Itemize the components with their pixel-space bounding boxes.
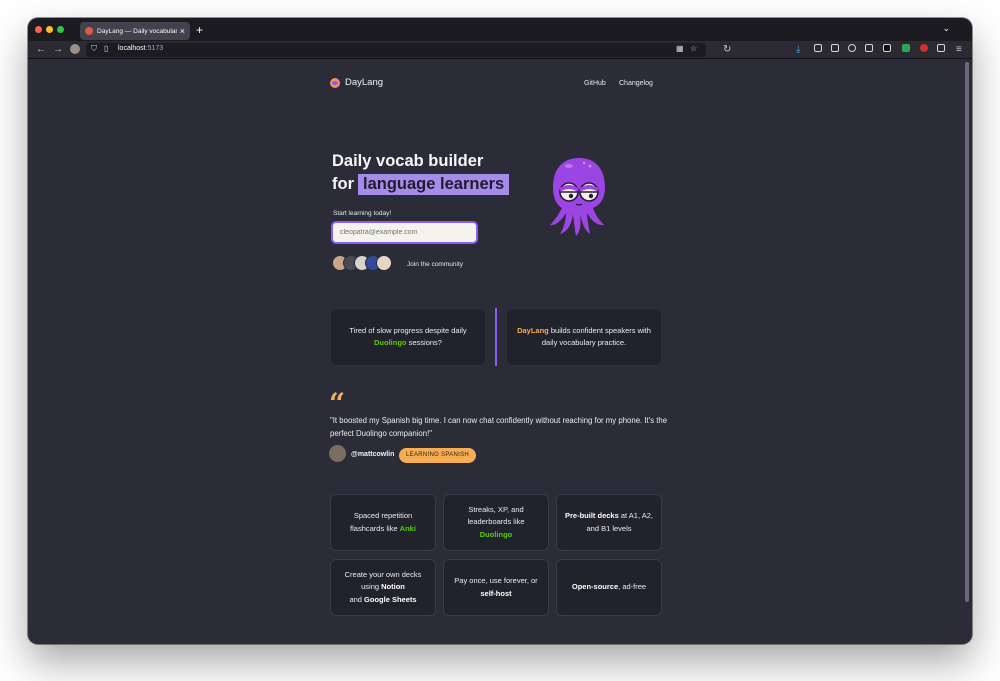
tab-bar: DayLang — Daily vocabulary builder × + ⌄: [28, 18, 972, 41]
puzzle-icon[interactable]: [865, 44, 873, 52]
back-arrow-icon[interactable]: ←: [36, 43, 46, 57]
profile-avatar-icon[interactable]: [70, 44, 80, 54]
daylang-mention: DayLang: [517, 325, 549, 335]
nav-link-github[interactable]: GitHub: [584, 80, 606, 87]
nav-link-changelog[interactable]: Changelog: [619, 80, 653, 87]
menu-hamburger-icon[interactable]: ≡: [956, 43, 962, 57]
duolingo-mention: Duolingo: [374, 338, 407, 347]
navigation-toolbar: ← → ⛉ ▯ localhost:5173 ☆ ▦ ↻ ⤓ ≡: [28, 41, 972, 59]
solution-text: DayLang builds confident speakers with d…: [517, 325, 651, 348]
screenshot-icon[interactable]: [831, 44, 839, 52]
hero-title-line2: for language learners: [332, 174, 510, 195]
octopus-mascot-icon: [550, 158, 605, 236]
history-icon[interactable]: [848, 44, 856, 52]
shield-icon[interactable]: ⛉: [91, 42, 97, 56]
bookmark-star-icon[interactable]: ☆: [690, 42, 697, 56]
testimonial-quote: "It boosted my Spanish big time. I can n…: [330, 416, 668, 438]
start-learning-label: Start learning today!: [333, 210, 392, 217]
feature-card-flashcards: Spaced repetition flashcards like Anki: [330, 494, 436, 551]
reload-icon[interactable]: ↻: [723, 43, 731, 57]
feature-card-pricing: Pay once, use forever, or self-host: [443, 559, 549, 616]
minimize-window-button[interactable]: [46, 26, 53, 33]
feature-card-open-source: Open-source, ad-free: [556, 559, 662, 616]
url-text[interactable]: localhost:5173: [118, 45, 163, 52]
testimonial-handle[interactable]: @mattcowlin: [351, 451, 394, 458]
brand-name: DayLang: [345, 77, 384, 88]
close-window-button[interactable]: [35, 26, 42, 33]
feature-card-streaks: Streaks, XP, and leaderboards like Duolin…: [443, 494, 549, 551]
new-tab-button[interactable]: +: [196, 22, 203, 38]
divider-line: [495, 308, 497, 366]
forward-arrow-icon[interactable]: →: [53, 43, 63, 57]
status-badge: LEARNING SPANISH: [399, 448, 477, 463]
tab-list-chevron-icon[interactable]: ⌄: [942, 23, 950, 34]
hero-title-prefix: for: [332, 175, 354, 193]
extension-dark-icon[interactable]: [883, 44, 891, 52]
maximize-window-button[interactable]: [57, 26, 64, 33]
hero-title-highlight: language learners: [358, 174, 510, 195]
tab-close-icon[interactable]: ×: [180, 26, 185, 36]
apps-grid-icon[interactable]: [937, 44, 945, 52]
download-icon[interactable]: ⤓: [796, 43, 800, 57]
community-avatars: [332, 255, 392, 271]
brand-logo[interactable]: DayLang: [330, 77, 383, 88]
page-content: DayLang GitHub Changelog Daily vocab bui…: [28, 59, 972, 644]
tab-daylang[interactable]: DayLang — Daily vocabulary builder ×: [80, 22, 190, 40]
extension-red-icon[interactable]: [920, 44, 928, 52]
browser-window: DayLang — Daily vocabulary builder × + ⌄…: [28, 18, 972, 644]
hero-title-line1: Daily vocab builder: [332, 152, 484, 170]
feature-card-decks: Pre-built decks at A1, A2, and B1 levels: [556, 494, 662, 551]
problem-text: Tired of slow progress despite daily Duo…: [349, 325, 467, 348]
favicon-icon: [85, 27, 93, 35]
join-community-text: Join the community: [407, 261, 463, 268]
email-input[interactable]: [331, 221, 478, 244]
tab-title: DayLang — Daily vocabulary builder: [97, 27, 177, 35]
scrollbar[interactable]: [965, 62, 969, 602]
quote-mark-icon: “: [329, 387, 346, 420]
feature-card-custom-decks: Create your own decks using Notion and Go…: [330, 559, 436, 616]
url-bar[interactable]: ⛉ ▯ localhost:5173 ☆ ▦: [86, 43, 706, 57]
page-icon: ▯: [104, 44, 109, 53]
avatar: [376, 255, 392, 271]
wrench-icon[interactable]: [814, 44, 822, 52]
octopus-logo-icon: [330, 77, 340, 88]
solution-card: DayLang builds confident speakers with d…: [506, 308, 662, 366]
avatar: [329, 445, 346, 462]
extension-green-icon[interactable]: [902, 44, 910, 52]
extensions-grid-icon[interactable]: ▦: [676, 42, 684, 56]
problem-card: Tired of slow progress despite daily Duo…: [330, 308, 486, 366]
